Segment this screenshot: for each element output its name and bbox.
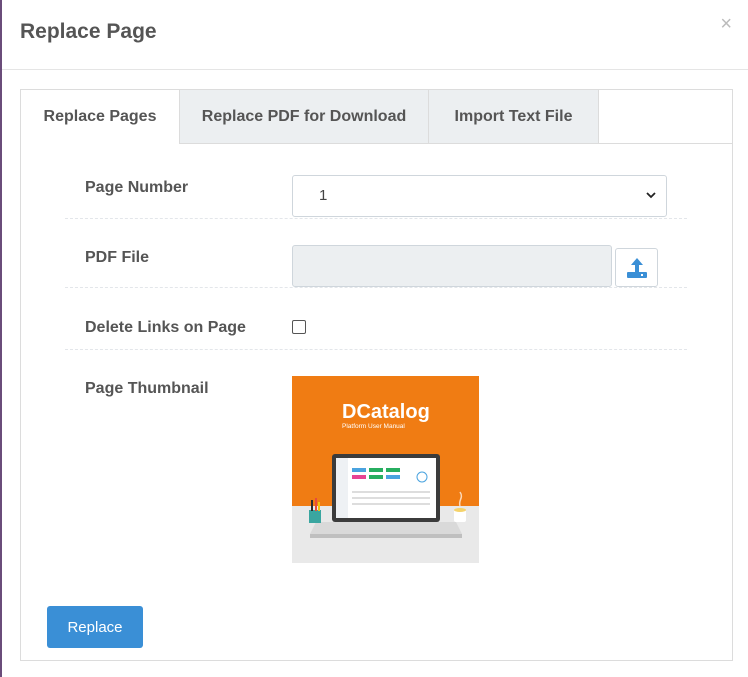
replace-button[interactable]: Replace <box>47 606 143 648</box>
upload-button[interactable] <box>615 248 658 287</box>
tab-replace-pages[interactable]: Replace Pages <box>21 90 180 144</box>
tab-bar-filler <box>599 90 732 144</box>
thumbnail-logo-text: DCatalog <box>342 401 430 423</box>
pdf-file-input[interactable] <box>292 245 612 287</box>
tab-bar: Replace Pages Replace PDF for Download I… <box>21 90 732 144</box>
modal-title: Replace Page <box>20 20 157 43</box>
chevron-down-icon <box>646 192 656 199</box>
replace-page-modal: Replace Page × Replace Pages Replace PDF… <box>0 0 748 677</box>
page-thumbnail-image: DCatalog Platform User Manual <box>292 376 479 563</box>
close-icon[interactable]: × <box>720 14 732 34</box>
page-number-select[interactable]: 1 <box>292 175 667 217</box>
modal-header: Replace Page × <box>2 0 748 70</box>
pdf-file-row: PDF File <box>65 245 687 288</box>
page-number-row: Page Number 1 <box>65 175 687 219</box>
thumbnail-logo-subtitle: Platform User Manual <box>342 423 405 430</box>
page-number-label: Page Number <box>85 179 189 196</box>
delete-links-label: Delete Links on Page <box>85 319 246 336</box>
tab-panel: Replace Pages Replace PDF for Download I… <box>20 89 733 661</box>
delete-links-row: Delete Links on Page <box>65 318 687 350</box>
page-thumbnail-label: Page Thumbnail <box>85 380 209 397</box>
tab-replace-pdf-for-download[interactable]: Replace PDF for Download <box>180 90 429 144</box>
upload-icon <box>626 257 647 278</box>
page-number-value: 1 <box>319 187 328 204</box>
delete-links-checkbox[interactable] <box>292 320 306 334</box>
pdf-file-label: PDF File <box>85 249 150 266</box>
tab-import-text-file[interactable]: Import Text File <box>429 90 599 144</box>
